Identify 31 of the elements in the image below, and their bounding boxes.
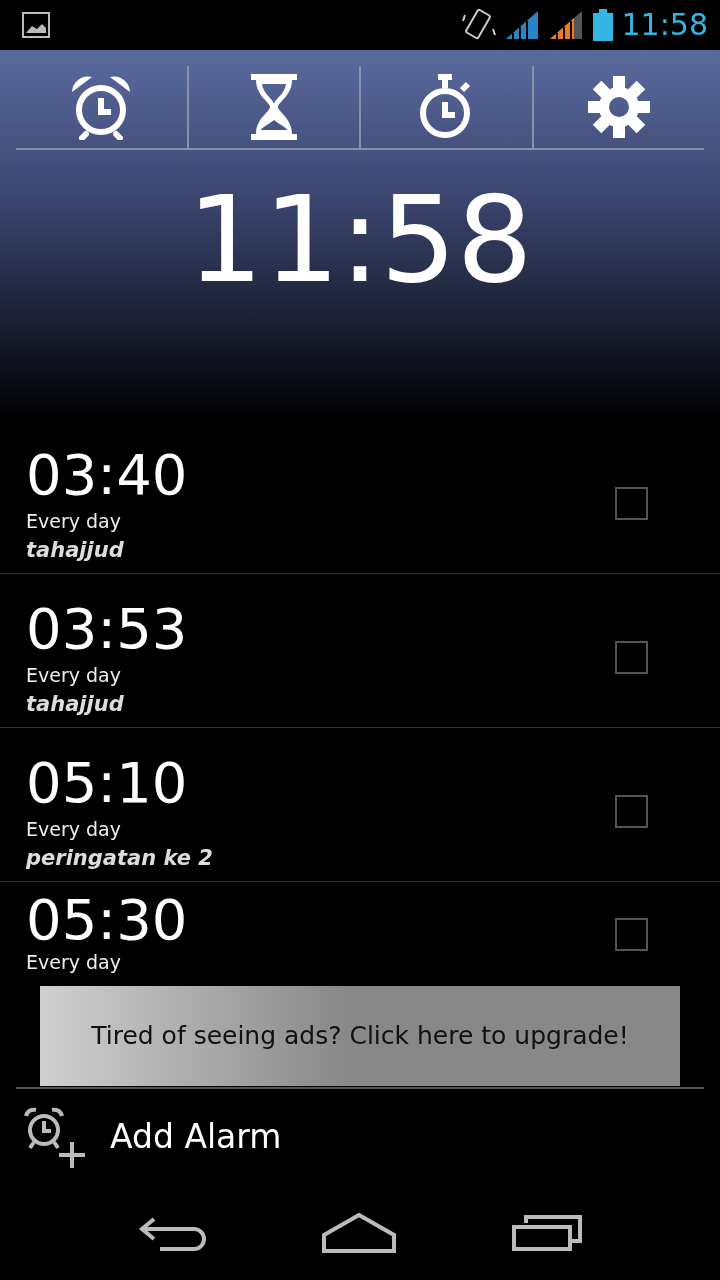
alarm-time: 03:53 — [26, 596, 188, 661]
alarm-repeat: Every day — [26, 950, 122, 975]
alarm-label: tahajjud — [26, 690, 125, 718]
clock-time: 11:58 — [187, 180, 533, 300]
recent-apps-icon[interactable] — [512, 1214, 582, 1251]
add-alarm-button[interactable]: Add Alarm — [16, 1087, 704, 1185]
checkbox[interactable] — [615, 487, 648, 520]
alarm-row[interactable]: 03:40 Every day tahajjud — [0, 420, 720, 574]
alarm-clock-icon — [70, 74, 133, 140]
home-icon[interactable] — [322, 1212, 396, 1253]
checkbox[interactable] — [615, 641, 648, 674]
alarm-time: 03:40 — [26, 442, 188, 507]
battery-icon — [591, 9, 614, 41]
alarm-row[interactable]: 03:53 Every day tahajjud — [0, 574, 720, 728]
alarm-row[interactable]: 05:30 Every day — [0, 882, 720, 986]
checkbox[interactable] — [615, 917, 648, 951]
alarm-label: tahajjud — [26, 536, 125, 564]
alarm-time: 05:10 — [26, 750, 189, 815]
alarm-repeat: Every day — [26, 508, 122, 534]
checkbox[interactable] — [615, 795, 648, 828]
alarm-time: 05:30 — [26, 892, 188, 948]
hourglass-icon — [250, 74, 297, 140]
gear-icon — [586, 75, 651, 139]
alarm-add-icon — [22, 1106, 88, 1168]
alarm-repeat: Every day — [26, 662, 122, 688]
alarm-label: peringatan ke 2 — [26, 844, 213, 872]
picture-notification-icon — [22, 12, 50, 38]
status-time: 11:58 — [621, 10, 708, 40]
alarm-row[interactable]: 05:10 Every day peringatan ke 2 — [0, 728, 720, 882]
alarm-repeat: Every day — [26, 816, 122, 842]
upgrade-toast[interactable]: Tired of seeing ads? Click here to upgrade! — [40, 986, 680, 1086]
